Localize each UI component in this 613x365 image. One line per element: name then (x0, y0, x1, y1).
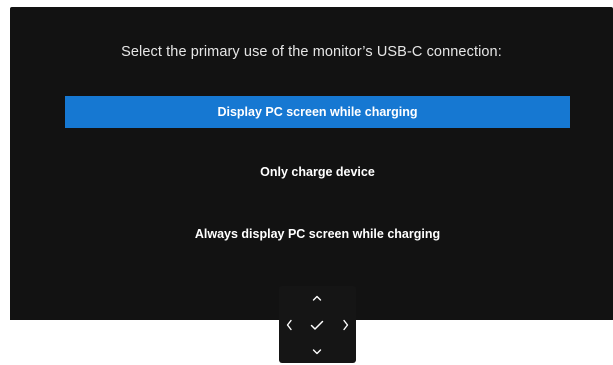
confirm-button[interactable] (307, 315, 327, 335)
option-always-display-pc-screen-while-charging[interactable]: Always display PC screen while charging (65, 218, 570, 250)
option-display-pc-screen-while-charging[interactable]: Display PC screen while charging (65, 96, 570, 128)
osd-dialog: Select the primary use of the monitor’s … (10, 7, 613, 320)
down-button[interactable] (307, 342, 327, 362)
up-button[interactable] (307, 288, 327, 308)
right-button[interactable] (336, 315, 356, 335)
chevron-left-icon (286, 319, 292, 331)
chevron-right-icon (343, 319, 349, 331)
option-only-charge-device[interactable]: Only charge device (65, 156, 570, 188)
checkmark-icon (310, 320, 324, 330)
chevron-down-icon (312, 349, 322, 355)
screen: Select the primary use of the monitor’s … (0, 0, 613, 365)
left-button[interactable] (279, 315, 299, 335)
navigation-pad (279, 286, 356, 363)
dialog-prompt: Select the primary use of the monitor’s … (121, 44, 502, 60)
chevron-up-icon (312, 295, 322, 301)
